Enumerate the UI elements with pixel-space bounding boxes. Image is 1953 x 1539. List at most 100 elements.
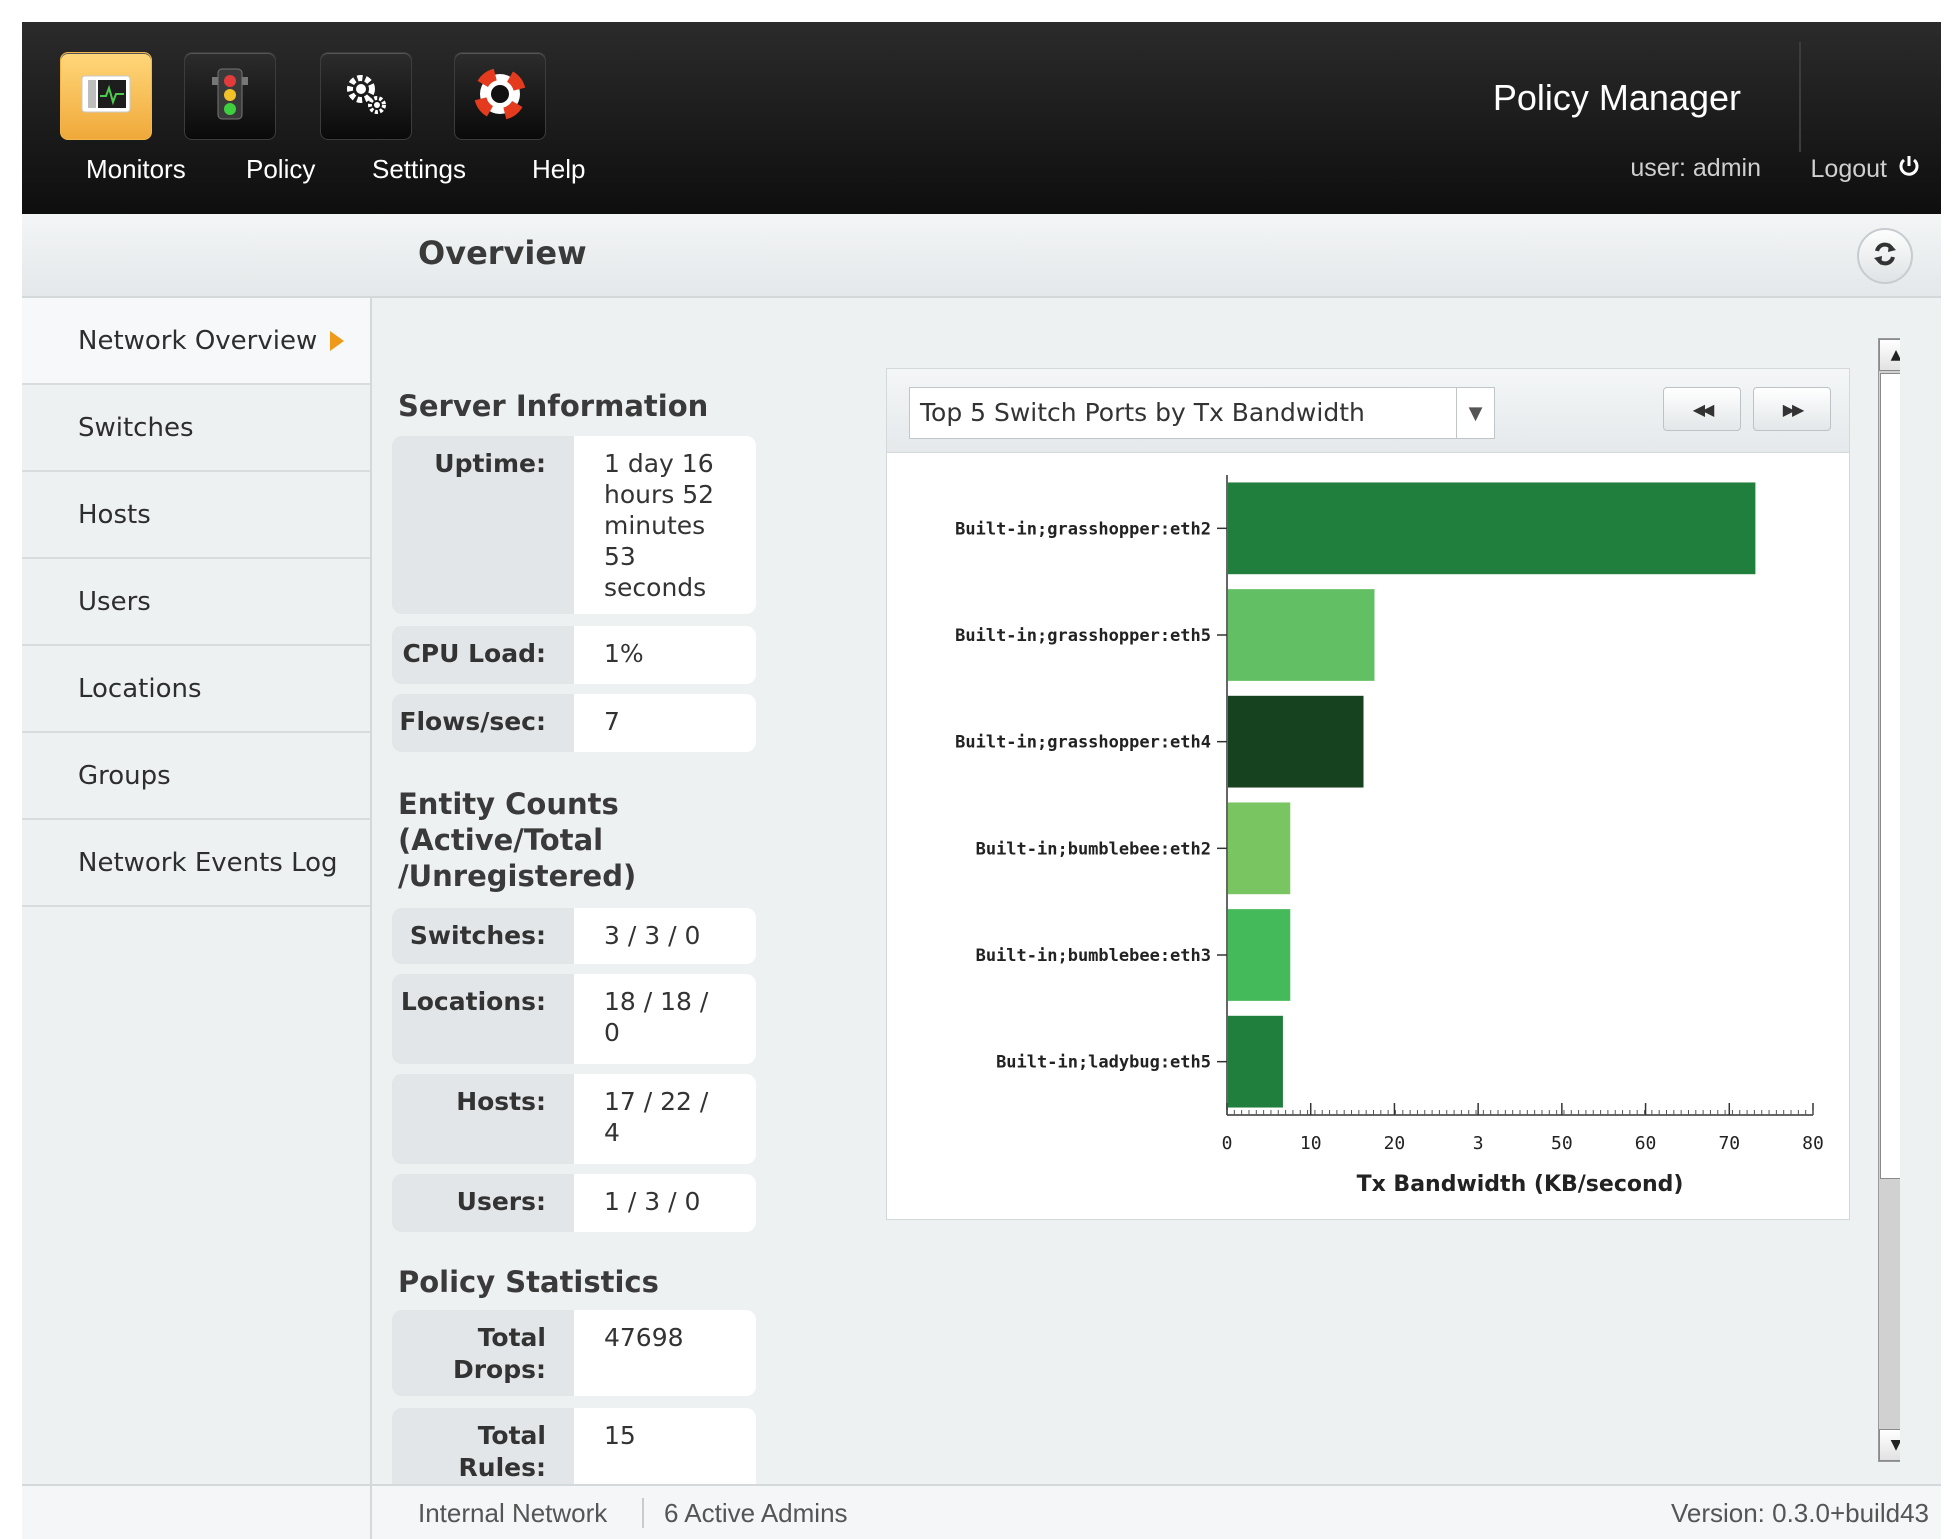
scroll-thumb[interactable]	[1880, 373, 1900, 1179]
users-count-row: Users: 1 / 3 / 0	[392, 1174, 756, 1232]
power-icon[interactable]	[1897, 154, 1921, 185]
monitor-icon	[78, 70, 134, 122]
users-count-value: 1 / 3 / 0	[574, 1174, 756, 1232]
nav-monitors-label[interactable]: Monitors	[86, 154, 186, 185]
dropdown-arrow-icon[interactable]: ▼	[1456, 388, 1494, 438]
refresh-button[interactable]	[1857, 228, 1913, 284]
category-label: Built-in;grasshopper:eth4	[955, 733, 1211, 753]
entity-counts-title-line: (Active/Total	[398, 823, 604, 857]
x-tick-label: 80	[1802, 1133, 1824, 1154]
network-name: Internal Network	[418, 1498, 608, 1528]
uptime-row: Uptime: 1 day 16 hours 52 minutes 53 sec…	[392, 436, 756, 614]
x-tick-label: 20	[1384, 1133, 1406, 1154]
nav-settings-button[interactable]	[320, 52, 412, 140]
flows-row: Flows/sec: 7	[392, 694, 756, 752]
nav-policy-button[interactable]	[184, 52, 276, 140]
uptime-value: 1 day 16 hours 52 minutes 53 seconds	[574, 436, 756, 614]
bar	[1228, 695, 1364, 788]
app-window: Monitors Policy Settings Help Policy Man…	[22, 22, 1941, 1539]
nav-help-button[interactable]	[454, 52, 546, 140]
gears-icon	[341, 69, 391, 123]
nav-monitors-button[interactable]	[60, 52, 152, 140]
topbar-divider	[1799, 42, 1801, 152]
locations-count-row: Locations: 18 / 18 / 0	[392, 974, 756, 1064]
content-scrollbar[interactable]: ▲ ▼	[1878, 338, 1900, 1462]
category-label: Built-in;grasshopper:eth5	[955, 626, 1211, 646]
active-admins: 6 Active Admins	[664, 1498, 848, 1528]
sidebar-item-label[interactable]: Locations	[78, 674, 202, 704]
app-title: Policy Manager	[1492, 77, 1741, 118]
main-content: Server Information Uptime: 1 day 16 hour…	[374, 298, 1900, 1484]
sidebar-item-label[interactable]: Groups	[78, 761, 171, 791]
rewind-icon[interactable]: ◀◀	[1693, 400, 1715, 419]
footer-divider	[642, 1498, 644, 1528]
sidebar-item-groups[interactable]: Groups	[22, 733, 370, 820]
switches-count-value: 3 / 3 / 0	[574, 908, 756, 964]
sidebar-item-network-overview[interactable]: Network Overview	[22, 298, 370, 385]
total-drops-key: Total Drops:	[392, 1310, 574, 1396]
total-drops-row: Total Drops: 47698	[392, 1310, 756, 1396]
sidebar-item-switches[interactable]: Switches	[22, 385, 370, 472]
previous-chart-button[interactable]: ◀◀	[1663, 387, 1741, 431]
x-tick-label: 10	[1300, 1133, 1322, 1154]
total-drops-value: 47698	[574, 1310, 756, 1396]
sidebar-item-label[interactable]: Hosts	[78, 500, 151, 530]
sidebar: Network Overview Switches Hosts Users Lo…	[22, 298, 372, 1484]
page-title: Overview	[418, 234, 587, 272]
sidebar-item-network-events-log[interactable]: Network Events Log	[22, 820, 370, 907]
logout-link[interactable]: Logout	[1811, 154, 1921, 185]
total-drops-key-line: Total	[477, 1323, 546, 1352]
total-rules-key-line: Rules:	[458, 1453, 546, 1482]
chart-type-selected[interactable]: Top 5 Switch Ports by Tx Bandwidth	[920, 398, 1365, 427]
hosts-count-key: Hosts:	[392, 1074, 574, 1164]
logout-label[interactable]: Logout	[1811, 155, 1887, 184]
bar	[1228, 482, 1756, 575]
x-tick-label: 60	[1635, 1133, 1657, 1154]
flows-value: 7	[574, 694, 756, 752]
entity-counts-title: Entity Counts (Active/Total /Unregistere…	[398, 786, 636, 894]
uptime-key: Uptime:	[392, 436, 574, 614]
sidebar-item-label[interactable]: Switches	[78, 413, 194, 443]
entity-counts-title-line: /Unregistered)	[398, 859, 637, 893]
sidebar-item-label[interactable]: Network Overview	[78, 326, 317, 356]
cpu-load-value: 1%	[574, 626, 756, 684]
cpu-load-key: CPU Load:	[392, 626, 574, 684]
nav-policy-label[interactable]: Policy	[246, 154, 315, 185]
status-footer: Internal Network 6 Active Admins Version…	[22, 1484, 1941, 1539]
current-user-label: user: admin	[1630, 154, 1761, 182]
sidebar-item-users[interactable]: Users	[22, 559, 370, 646]
x-tick-label: 50	[1551, 1133, 1573, 1154]
category-label: Built-in;bumblebee:eth3	[976, 946, 1211, 966]
category-label: Built-in;ladybug:eth5	[996, 1053, 1211, 1073]
sidebar-item-hosts[interactable]: Hosts	[22, 472, 370, 559]
scroll-down-button[interactable]: ▼	[1879, 1429, 1900, 1461]
bar	[1228, 909, 1291, 1001]
bar	[1228, 1015, 1283, 1108]
total-rules-key-line: Total	[477, 1421, 546, 1450]
scroll-up-button[interactable]: ▲	[1879, 339, 1900, 371]
nav-settings-label[interactable]: Settings	[372, 154, 466, 185]
bar	[1228, 589, 1375, 681]
refresh-icon[interactable]	[1870, 239, 1900, 273]
active-arrow-icon	[330, 331, 344, 351]
flows-key: Flows/sec:	[392, 694, 574, 752]
category-label: Built-in;bumblebee:eth2	[976, 839, 1211, 859]
entity-counts-title-line: Entity Counts	[398, 787, 619, 821]
x-tick-label: 0	[1222, 1133, 1233, 1154]
next-chart-button[interactable]: ▶▶	[1753, 387, 1831, 431]
footer-spacer	[22, 1486, 372, 1539]
chart-panel: Top 5 Switch Ports by Tx Bandwidth ▼ ◀◀ …	[886, 368, 1850, 1220]
fast-forward-icon[interactable]: ▶▶	[1783, 400, 1805, 419]
sidebar-item-locations[interactable]: Locations	[22, 646, 370, 733]
page-header: Overview	[22, 214, 1941, 298]
x-tick-label: 3	[1473, 1133, 1484, 1154]
cpu-load-row: CPU Load: 1%	[392, 626, 756, 684]
lifebuoy-icon	[474, 68, 526, 124]
chart-type-select[interactable]: Top 5 Switch Ports by Tx Bandwidth ▼	[909, 387, 1495, 439]
sidebar-item-label[interactable]: Users	[78, 587, 151, 617]
switches-count-row: Switches: 3 / 3 / 0	[392, 908, 756, 964]
switches-count-key: Switches:	[392, 908, 574, 964]
nav-help-label[interactable]: Help	[532, 154, 585, 185]
locations-count-value: 18 / 18 / 0	[574, 974, 756, 1064]
sidebar-item-label[interactable]: Network Events Log	[78, 848, 338, 878]
